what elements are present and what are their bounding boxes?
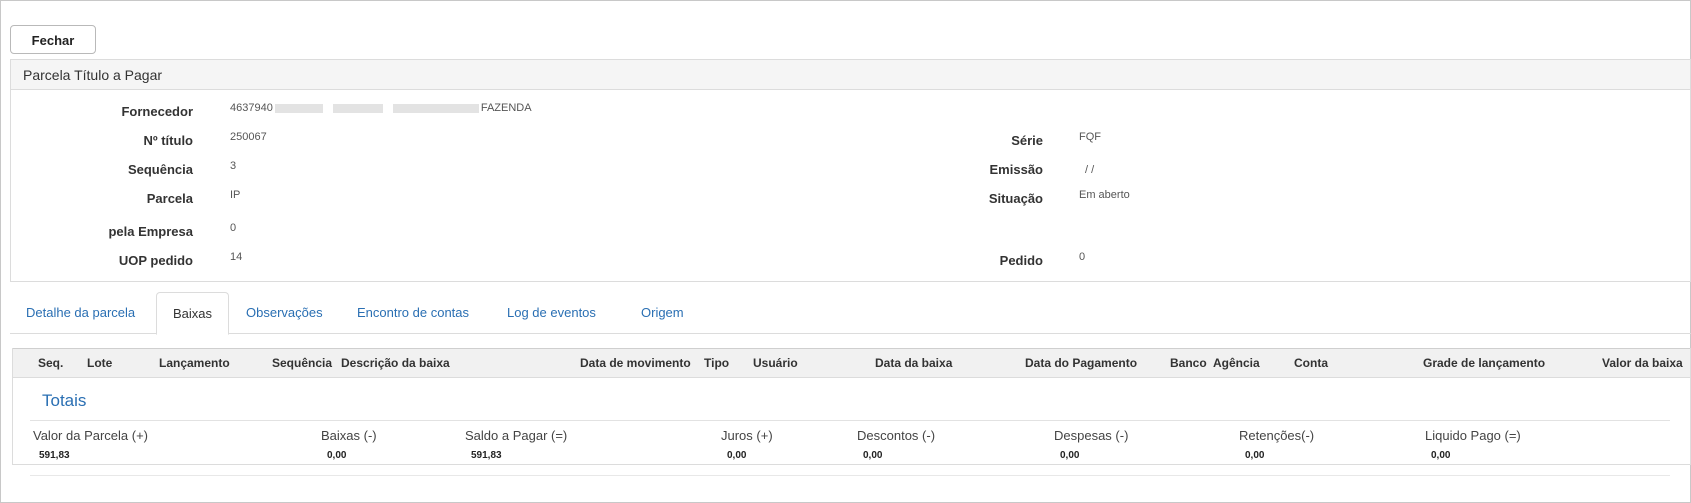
serie-label: Série xyxy=(1011,133,1043,148)
close-button[interactable]: Fechar xyxy=(10,25,96,54)
redacted-block xyxy=(332,103,383,113)
total-value: 591,83 xyxy=(471,450,502,461)
uop-pedido-label: UOP pedido xyxy=(118,253,193,268)
col-sequencia[interactable]: Sequência xyxy=(272,349,332,378)
col-tipo[interactable]: Tipo xyxy=(704,349,729,378)
col-lancamento[interactable]: Lançamento xyxy=(159,349,230,378)
col-usuario[interactable]: Usuário xyxy=(753,349,798,378)
panel-title: Parcela Título a Pagar xyxy=(11,60,1690,90)
pedido-label: Pedido xyxy=(999,253,1043,268)
total-value: 0,00 xyxy=(1245,450,1265,461)
total-label: Valor da Parcela (+) xyxy=(33,428,149,443)
redacted-block xyxy=(274,103,323,113)
tab-baixas[interactable]: Baixas xyxy=(156,292,230,335)
tab-observacoes[interactable]: Observações xyxy=(230,292,339,334)
col-grade-lancamento[interactable]: Grade de lançamento xyxy=(1423,349,1545,378)
col-data-baixa[interactable]: Data da baixa xyxy=(875,349,952,378)
col-conta[interactable]: Conta xyxy=(1294,349,1328,378)
tab-encontro-contas[interactable]: Encontro de contas xyxy=(341,292,485,334)
col-lote[interactable]: Lote xyxy=(87,349,112,378)
fornecedor-code: 4637940 xyxy=(230,102,273,114)
total-label: Descontos (-) xyxy=(857,428,936,443)
tab-detalhe-parcela[interactable]: Detalhe da parcela xyxy=(10,292,151,334)
pela-empresa-value: 0 xyxy=(230,222,237,234)
col-data-movimento[interactable]: Data de movimento xyxy=(580,349,691,378)
fornecedor-value: 4637940 FAZENDA xyxy=(230,102,532,114)
col-agencia[interactable]: Agência xyxy=(1213,349,1260,378)
situacao-value: Em aberto xyxy=(1079,189,1130,201)
tab-bar: Detalhe da parcela Baixas Observações En… xyxy=(10,292,1691,335)
total-value: 591,83 xyxy=(39,450,70,461)
total-value: 0,00 xyxy=(1431,450,1451,461)
tab-origem[interactable]: Origem xyxy=(625,292,700,334)
col-banco[interactable]: Banco xyxy=(1170,349,1207,378)
divider xyxy=(30,420,1670,421)
numero-titulo-label: Nº título xyxy=(143,133,193,148)
numero-titulo-value: 250067 xyxy=(230,131,267,143)
situacao-label: Situação xyxy=(988,191,1043,206)
total-value: 0,00 xyxy=(327,450,347,461)
parcela-panel: Parcela Título a Pagar xyxy=(10,59,1691,282)
fornecedor-name: FAZENDA xyxy=(480,102,532,114)
total-value: 0,00 xyxy=(1060,450,1080,461)
sequencia-value: 3 xyxy=(230,160,237,172)
pela-empresa-label: pela Empresa xyxy=(108,224,193,239)
total-value: 0,00 xyxy=(863,450,883,461)
redacted-block xyxy=(392,103,479,113)
pedido-value: 0 xyxy=(1079,251,1086,263)
total-label: Juros (+) xyxy=(721,428,773,443)
total-label: Retenções(-) xyxy=(1239,428,1315,443)
col-valor-baixa[interactable]: Valor da baixa xyxy=(1602,349,1683,378)
total-label: Liquido Pago (=) xyxy=(1425,428,1521,443)
tab-log-eventos[interactable]: Log de eventos xyxy=(491,292,612,334)
sequencia-label: Sequência xyxy=(127,162,193,177)
serie-value: FQF xyxy=(1079,131,1101,143)
col-descricao-baixa[interactable]: Descrição da baixa xyxy=(341,349,450,378)
total-label: Baixas (-) xyxy=(321,428,377,443)
emissao-value: / / xyxy=(1085,164,1095,176)
grid-header: Seq. Lote Lançamento Sequência Descrição… xyxy=(13,348,1690,378)
fornecedor-label: Fornecedor xyxy=(121,104,193,119)
totais-title: Totais xyxy=(42,391,87,410)
total-label: Saldo a Pagar (=) xyxy=(465,428,568,443)
col-data-pagamento[interactable]: Data do Pagamento xyxy=(1025,349,1137,378)
emissao-label: Emissão xyxy=(989,162,1043,177)
baixas-grid: Seq. Lote Lançamento Sequência Descrição… xyxy=(12,348,1691,465)
col-seq[interactable]: Seq. xyxy=(38,349,63,378)
total-label: Despesas (-) xyxy=(1054,428,1129,443)
parcela-value: IP xyxy=(230,189,241,201)
uop-pedido-value: 14 xyxy=(230,251,243,263)
divider xyxy=(30,475,1670,476)
total-value: 0,00 xyxy=(727,450,747,461)
parcela-label: Parcela xyxy=(146,191,193,206)
